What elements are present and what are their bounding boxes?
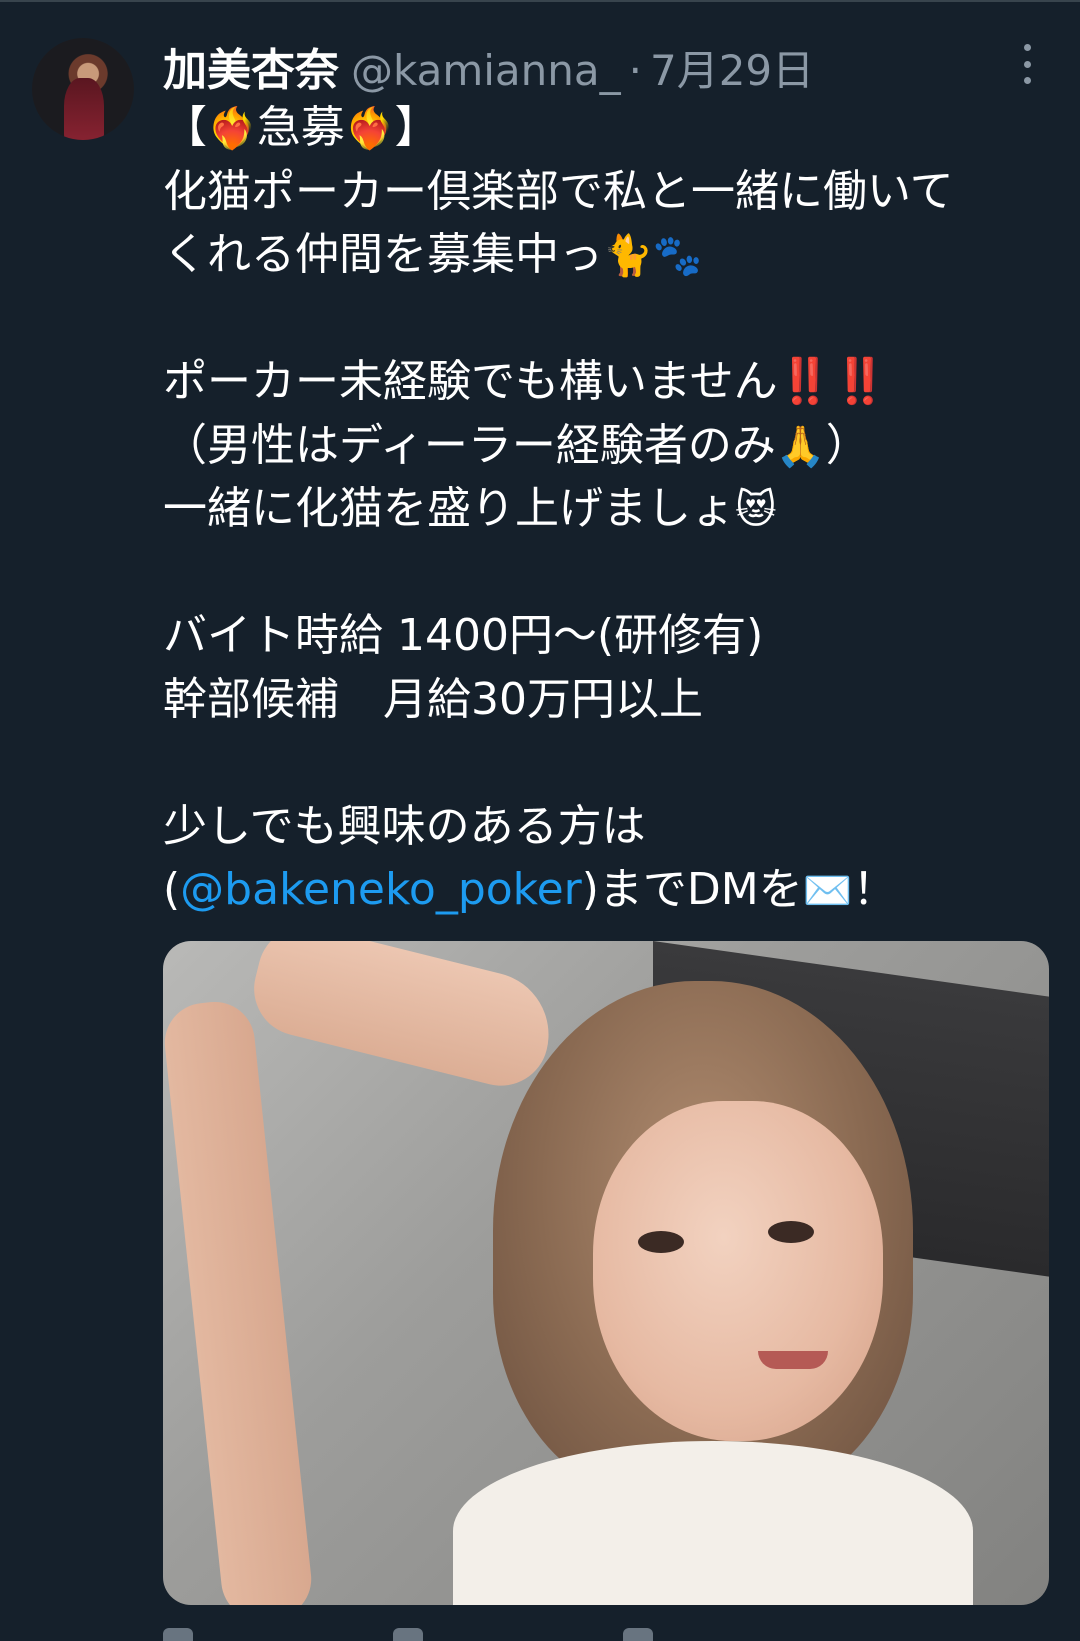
photo-face xyxy=(593,1101,883,1441)
text-line: (@bakeneko_poker)までDMを✉️！ xyxy=(163,858,1043,922)
photo-eye xyxy=(768,1221,814,1243)
emoji: 😻 xyxy=(735,487,777,533)
emoji: ✉️ xyxy=(802,868,853,914)
text-segment: ！ xyxy=(852,864,897,915)
emoji: ❤️‍🔥 xyxy=(207,106,257,152)
text-segment: ( xyxy=(163,864,181,915)
text-line: 少しでも興味のある方は xyxy=(163,795,1043,859)
photo-hand xyxy=(244,941,562,1096)
separator-dot: · xyxy=(628,46,642,95)
photo-eye xyxy=(638,1231,684,1253)
photo-arm xyxy=(163,997,316,1605)
action-bar xyxy=(163,1628,1043,1641)
divider xyxy=(0,0,1080,2)
text-segment: ） xyxy=(825,419,870,471)
emoji: ❤️‍🔥 xyxy=(344,106,395,152)
retweet-icon[interactable] xyxy=(393,1628,423,1641)
avatar[interactable] xyxy=(32,38,134,140)
tweet-text: 【❤️‍🔥急募❤️‍🔥】 化猫ポーカー倶楽部で私と一緒に働いて くれる仲間を募集中っ… xyxy=(163,96,1043,922)
text-segment: 少しでも興味のある方は xyxy=(163,800,646,852)
tweet[interactable]: 加美杏奈 @kamianna_ · 7月29日 【❤️‍🔥急募❤️‍🔥】 化猫ポー… xyxy=(0,0,1080,1641)
text-segment: 急募 xyxy=(256,102,345,153)
avatar-figure xyxy=(64,78,104,140)
text-line: 化猫ポーカー倶楽部で私と一緒に働いて xyxy=(163,160,1043,224)
text-line: 【❤️‍🔥急募❤️‍🔥】 xyxy=(163,96,1043,160)
reply-icon[interactable] xyxy=(163,1628,193,1641)
text-segment: 化猫ポーカー倶楽部で私と一緒に働いて xyxy=(163,165,954,217)
text-segment: )までDMを xyxy=(581,864,803,915)
photo-garment xyxy=(453,1441,973,1605)
tweet-header: 加美杏奈 @kamianna_ · 7月29日 xyxy=(163,34,814,96)
text-segment: くれる仲間を募集中っ xyxy=(163,229,603,280)
mention-link[interactable]: @bakeneko_poker xyxy=(180,864,582,915)
text-segment: バイト時給 1400円〜(研修有) xyxy=(163,610,764,661)
more-icon[interactable] xyxy=(1012,40,1042,88)
text-line: バイト時給 1400円〜(研修有) xyxy=(163,604,1043,668)
more-dot xyxy=(1023,60,1031,68)
text-segment: 一緒に化猫を盛り上げましょ xyxy=(163,483,735,534)
like-icon[interactable] xyxy=(623,1628,653,1641)
author-name[interactable]: 加美杏奈 xyxy=(163,34,339,98)
text-line: 一緒に化猫を盛り上げましょ😻 xyxy=(163,477,1043,541)
text-line: くれる仲間を募集中っ🐈🐾 xyxy=(163,223,1043,287)
more-dot xyxy=(1023,44,1031,51)
author-handle[interactable]: @kamianna_ xyxy=(351,46,621,95)
photo-mouth xyxy=(758,1351,828,1369)
emoji: 🙏 xyxy=(775,423,826,470)
text-line: 幹部候補 月給30万円以上 xyxy=(163,668,1043,732)
text-line: ポーカー未経験でも構いません‼️‼️ xyxy=(163,350,1043,414)
text-segment: 】 xyxy=(394,102,439,153)
text-segment: 【 xyxy=(163,102,207,153)
text-line: （男性はディーラー経験者のみ🙏） xyxy=(163,414,1043,478)
tweet-photo[interactable] xyxy=(163,941,1049,1605)
emoji: 🐈🐾 xyxy=(603,233,703,279)
text-segment: （男性はディーラー経験者のみ xyxy=(163,419,776,471)
text-segment: ポーカー未経験でも構いません xyxy=(163,356,778,407)
more-dot xyxy=(1023,77,1031,84)
tweet-date[interactable]: 7月29日 xyxy=(650,37,814,98)
text-segment: 幹部候補 月給30万円以上 xyxy=(163,673,703,725)
exclamation-emoji: ‼️‼️ xyxy=(777,356,888,407)
